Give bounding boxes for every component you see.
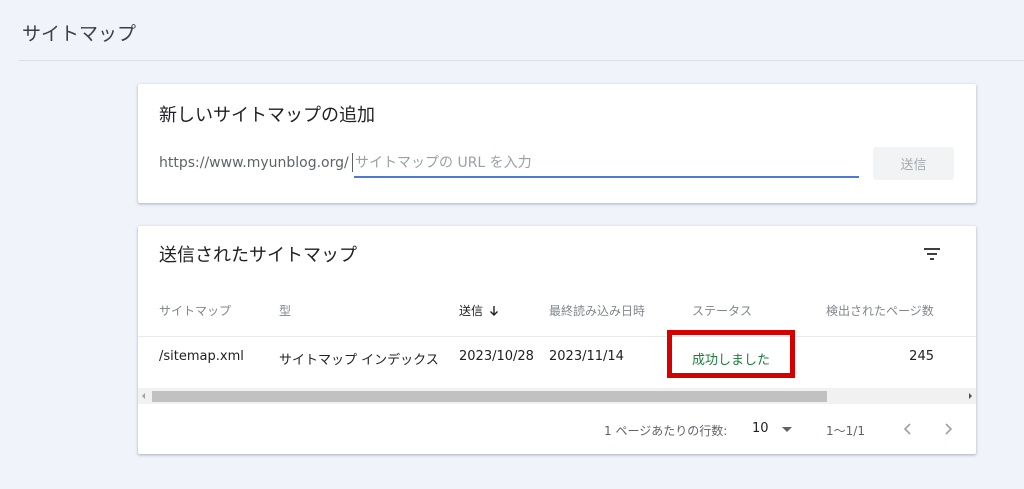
submit-button[interactable]: 送信 bbox=[873, 147, 954, 180]
sitemap-url-input[interactable] bbox=[354, 150, 859, 178]
scrollbar-thumb[interactable] bbox=[152, 391, 827, 402]
page-title: サイトマップ bbox=[22, 23, 137, 45]
url-prefix: https://www.myunblog.org/ bbox=[159, 155, 349, 171]
cell-sitemap: /sitemap.xml bbox=[159, 349, 244, 364]
column-header-pages[interactable]: 検出されたページ数 bbox=[826, 302, 934, 319]
scroll-left-icon[interactable] bbox=[142, 393, 145, 399]
cell-type: サイトマップ インデックス bbox=[279, 353, 439, 368]
column-header-type[interactable]: 型 bbox=[279, 302, 291, 319]
rows-per-page-label: 1 ページあたりの行数: bbox=[604, 424, 728, 438]
title-divider bbox=[18, 60, 1024, 61]
add-sitemap-title: 新しいサイトマップの追加 bbox=[159, 105, 375, 126]
rows-per-page-select[interactable]: 10 bbox=[752, 421, 769, 436]
column-header-submitted-label: 送信 bbox=[459, 304, 484, 318]
submitted-sitemaps-card: 送信されたサイトマップ サイトマップ 型 送信 最終読み込み日時 ステータス 検… bbox=[138, 226, 976, 454]
text-cursor bbox=[352, 153, 353, 172]
status-highlight-box bbox=[667, 330, 795, 378]
arrow-down-icon bbox=[490, 306, 499, 316]
column-header-last-read[interactable]: 最終読み込み日時 bbox=[549, 302, 645, 319]
submitted-sitemaps-title: 送信されたサイトマップ bbox=[159, 245, 357, 266]
column-header-submitted[interactable]: 送信 bbox=[459, 302, 499, 319]
chevron-down-icon[interactable] bbox=[782, 427, 792, 432]
scroll-right-icon[interactable] bbox=[969, 393, 972, 399]
header-divider bbox=[138, 336, 976, 337]
chevron-right-icon[interactable] bbox=[938, 419, 958, 439]
chevron-left-icon[interactable] bbox=[898, 419, 918, 439]
add-sitemap-card: 新しいサイトマップの追加 https://www.myunblog.org/ 送… bbox=[138, 84, 976, 203]
pagination-range: 1〜1/1 bbox=[826, 424, 865, 438]
filter-icon[interactable] bbox=[922, 244, 942, 264]
cell-pages: 245 bbox=[909, 349, 934, 364]
cell-last-read: 2023/11/14 bbox=[549, 349, 624, 364]
horizontal-scrollbar[interactable] bbox=[138, 388, 976, 404]
column-header-status[interactable]: ステータス bbox=[692, 302, 752, 319]
column-header-sitemap[interactable]: サイトマップ bbox=[159, 302, 231, 319]
cell-submitted: 2023/10/28 bbox=[459, 349, 534, 364]
